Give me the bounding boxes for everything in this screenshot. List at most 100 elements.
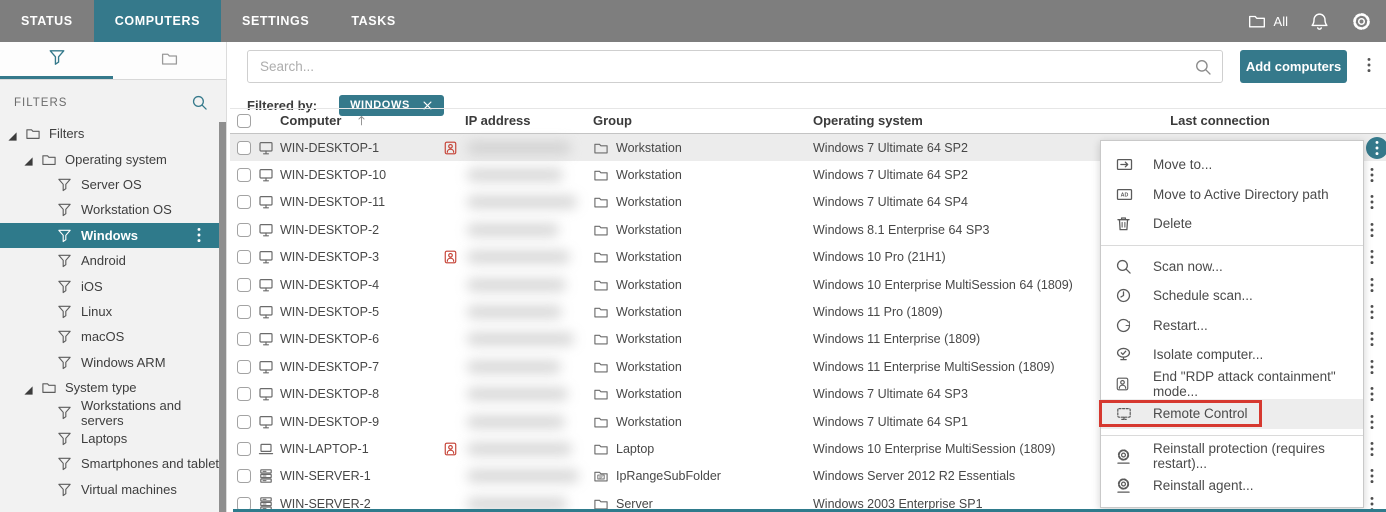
menu-item-schedule-scan[interactable]: Schedule scan... [1101, 281, 1363, 311]
sidebar-item-system-type[interactable]: System type [0, 375, 226, 400]
tree-expand-icon[interactable] [24, 154, 34, 164]
group-scope-selector[interactable]: All [1246, 12, 1288, 30]
row-checkbox[interactable] [237, 278, 251, 292]
top-tab-computers[interactable]: COMPUTERS [94, 0, 221, 42]
column-header-group[interactable]: Group [593, 113, 632, 128]
menu-item-move-to-active-directory-path[interactable]: ADMove to Active Directory path [1101, 180, 1363, 210]
row-actions-kebab-icon[interactable] [1370, 414, 1374, 430]
sidebar-item-virtual-machines[interactable]: Virtual machines [0, 476, 226, 501]
row-actions-kebab-icon[interactable] [1370, 441, 1374, 457]
menu-item-remote-control[interactable]: Remote Control [1101, 399, 1363, 429]
column-header-last-connection[interactable]: Last connection [1135, 113, 1305, 128]
row-actions-kebab-icon[interactable] [1370, 304, 1374, 320]
top-tabs: STATUSCOMPUTERSSETTINGSTASKS [0, 0, 417, 42]
horizontal-scrollbar[interactable] [233, 509, 1386, 512]
computer-name[interactable]: WIN-DESKTOP-11 [280, 195, 385, 209]
top-tab-settings[interactable]: SETTINGS [221, 0, 330, 42]
ip-folder-icon: IP [593, 469, 609, 484]
search-icon[interactable] [1194, 58, 1212, 76]
sidebar-item-ios[interactable]: iOS [0, 273, 226, 298]
computer-name[interactable]: WIN-SERVER-1 [280, 469, 371, 483]
menu-item-scan-now[interactable]: Scan now... [1101, 252, 1363, 282]
folder-icon [160, 50, 179, 72]
sidebar-item-workstations-and-servers[interactable]: Workstations and servers [0, 400, 226, 425]
sidebar-item-linux[interactable]: Linux [0, 299, 226, 324]
computer-name[interactable]: WIN-DESKTOP-1 [280, 141, 379, 155]
sidebar-tab-filters[interactable] [0, 42, 113, 79]
row-checkbox[interactable] [237, 141, 251, 155]
row-checkbox[interactable] [237, 387, 251, 401]
computer-name[interactable]: WIN-DESKTOP-7 [280, 360, 379, 374]
computer-name[interactable]: WIN-DESKTOP-2 [280, 223, 379, 237]
sidebar-tab-folders[interactable] [113, 42, 226, 79]
sidebar-item-workstation-os[interactable]: Workstation OS [0, 197, 226, 222]
row-checkbox[interactable] [237, 250, 251, 264]
sidebar-item-server-os[interactable]: Server OS [0, 172, 226, 197]
tree-expand-icon[interactable] [24, 383, 34, 393]
menu-item-delete[interactable]: Delete [1101, 209, 1363, 239]
tree-item-kebab-icon[interactable] [197, 227, 201, 243]
menu-item-reinstall-protection-requires-restart[interactable]: Reinstall protection (requires restart).… [1101, 442, 1363, 472]
column-header-ip-address[interactable]: IP address [465, 113, 531, 128]
sidebar-item-laptops[interactable]: Laptops [0, 426, 226, 451]
menu-item-isolate-computer[interactable]: Isolate computer... [1101, 340, 1363, 370]
computer-name[interactable]: WIN-DESKTOP-6 [280, 332, 379, 346]
row-actions-kebab-icon[interactable] [1370, 277, 1374, 293]
row-actions-kebab-icon[interactable] [1370, 167, 1374, 183]
row-actions-kebab-icon[interactable] [1370, 359, 1374, 375]
menu-item-end-rdp-attack-containment-mode[interactable]: End "RDP attack containment" mode... [1101, 370, 1363, 400]
sidebar-item-windows[interactable]: Windows [0, 223, 219, 248]
filters-search-icon[interactable] [191, 94, 208, 111]
operating-system: Windows 7 Ultimate 64 SP2 [813, 141, 968, 155]
row-checkbox[interactable] [237, 223, 251, 237]
column-header-computer[interactable]: Computer [280, 113, 368, 128]
sidebar-item-android[interactable]: Android [0, 248, 226, 273]
top-tab-status[interactable]: STATUS [0, 0, 94, 42]
computer-name[interactable]: WIN-DESKTOP-3 [280, 250, 379, 264]
row-checkbox[interactable] [237, 195, 251, 209]
select-all-checkbox[interactable] [237, 114, 251, 128]
computer-name[interactable]: WIN-LAPTOP-1 [280, 442, 369, 456]
row-checkbox[interactable] [237, 305, 251, 319]
row-checkbox[interactable] [237, 442, 251, 456]
menu-item-reinstall-agent[interactable]: Reinstall agent... [1101, 471, 1363, 501]
toolbar-kebab-icon[interactable] [1367, 57, 1371, 78]
menu-separator [1101, 245, 1363, 246]
sidebar-item-windows-arm[interactable]: Windows ARM [0, 350, 226, 375]
computer-name[interactable]: WIN-DESKTOP-4 [280, 278, 379, 292]
sidebar-item-operating-system[interactable]: Operating system [0, 146, 226, 171]
computer-name[interactable]: WIN-DESKTOP-10 [280, 168, 386, 182]
sidebar-item-filters[interactable]: Filters [0, 121, 226, 146]
row-actions-kebab-icon[interactable] [1370, 386, 1374, 402]
menu-item-move-to[interactable]: Move to... [1101, 150, 1363, 180]
row-actions-kebab-icon[interactable] [1366, 137, 1386, 159]
row-actions-kebab-icon[interactable] [1370, 194, 1374, 210]
tree-expand-icon[interactable] [8, 129, 18, 139]
row-checkbox[interactable] [237, 469, 251, 483]
row-actions-kebab-icon[interactable] [1370, 222, 1374, 238]
row-checkbox[interactable] [237, 332, 251, 346]
settings-gear-icon[interactable] [1351, 11, 1372, 32]
top-tab-tasks[interactable]: TASKS [330, 0, 416, 42]
row-actions-kebab-icon[interactable] [1370, 249, 1374, 265]
notifications-bell-icon[interactable] [1310, 12, 1329, 31]
sort-ascending-icon[interactable] [355, 114, 368, 127]
computer-name[interactable]: WIN-DESKTOP-8 [280, 387, 379, 401]
sidebar-item-smartphones-and-tablets[interactable]: Smartphones and tablets [0, 451, 226, 476]
row-actions-kebab-icon[interactable] [1370, 331, 1374, 347]
menu-item-restart[interactable]: Restart... [1101, 311, 1363, 341]
funnel-icon [57, 355, 74, 370]
reinstall-agent-icon [1115, 477, 1134, 494]
sidebar-item-macos[interactable]: macOS [0, 324, 226, 349]
sidebar-scrollbar[interactable] [219, 122, 226, 512]
row-checkbox[interactable] [237, 168, 251, 182]
row-actions-kebab-icon[interactable] [1370, 468, 1374, 484]
column-header-operating-system[interactable]: Operating system [813, 113, 923, 128]
row-checkbox[interactable] [237, 415, 251, 429]
computer-name[interactable]: WIN-DESKTOP-5 [280, 305, 379, 319]
add-computers-button[interactable]: Add computers [1240, 50, 1347, 83]
scan-icon [1115, 258, 1134, 275]
search-input[interactable] [248, 51, 1194, 82]
computer-name[interactable]: WIN-DESKTOP-9 [280, 415, 379, 429]
row-checkbox[interactable] [237, 360, 251, 374]
